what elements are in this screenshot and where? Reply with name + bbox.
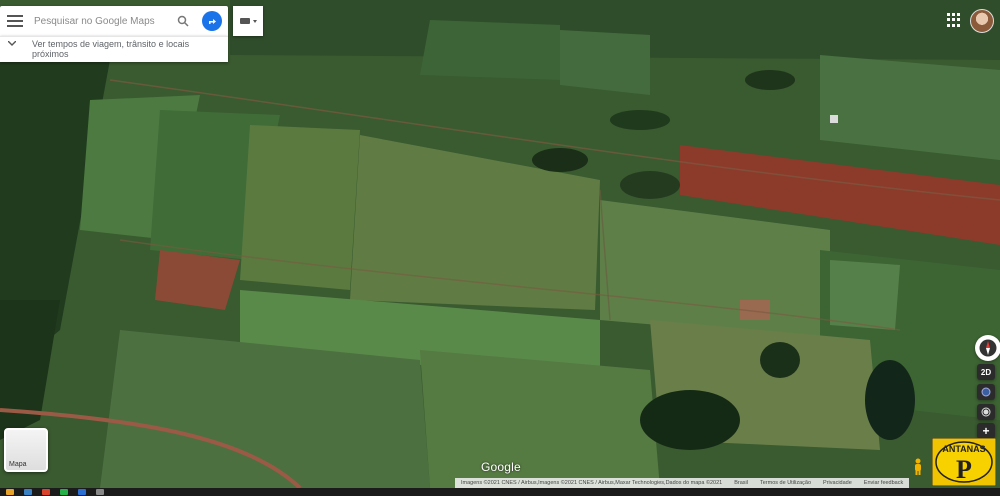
- whatsapp-icon[interactable]: [60, 489, 68, 495]
- chrome-icon[interactable]: [42, 489, 50, 495]
- travel-times-panel[interactable]: Ver tempos de viagem, trânsito e locais …: [0, 36, 228, 62]
- satellite-map[interactable]: [0, 0, 1000, 488]
- channel-watermark-logo: ANTANAS P: [931, 437, 997, 487]
- my-location-icon[interactable]: [977, 404, 995, 420]
- keyboard-icon[interactable]: [233, 6, 263, 36]
- view-2d-button[interactable]: 2D: [977, 364, 995, 380]
- satellite-imagery: [0, 0, 1000, 488]
- chevron-down-icon[interactable]: [2, 41, 22, 46]
- map-layer-label: Mapa: [9, 461, 27, 468]
- terms-link[interactable]: Termos de Utilização: [754, 480, 817, 486]
- directions-icon[interactable]: [202, 11, 222, 31]
- search-input[interactable]: [32, 14, 174, 28]
- zoom-in-button[interactable]: +: [977, 423, 995, 439]
- app-icon[interactable]: [96, 489, 104, 495]
- svg-text:P: P: [956, 455, 972, 484]
- windows-taskbar: [0, 488, 1000, 496]
- map-layer-toggle[interactable]: Mapa: [4, 428, 48, 472]
- privacy-link[interactable]: Privacidade: [817, 480, 858, 486]
- compass-icon[interactable]: [975, 335, 1000, 361]
- globe-icon[interactable]: [977, 384, 995, 400]
- feedback-link[interactable]: Enviar feedback: [858, 480, 909, 486]
- google-wordmark: Google: [481, 460, 521, 474]
- hamburger-menu-icon[interactable]: [4, 15, 26, 27]
- map-footer: Imagens ©2021 CNES / Airbus,Imagens ©202…: [455, 478, 910, 488]
- edge-icon[interactable]: [24, 489, 32, 495]
- travel-times-text: Ver tempos de viagem, trânsito e locais …: [32, 39, 190, 59]
- word-icon[interactable]: [78, 489, 86, 495]
- imagery-attribution: Imagens ©2021 CNES / Airbus,Imagens ©202…: [461, 480, 723, 486]
- country-link[interactable]: Brasil: [728, 480, 754, 486]
- apps-grid-icon[interactable]: [947, 13, 961, 27]
- explorer-icon[interactable]: [6, 489, 14, 495]
- pegman-icon[interactable]: [912, 458, 924, 476]
- search-box: [0, 6, 228, 36]
- user-avatar[interactable]: [970, 9, 994, 33]
- search-icon[interactable]: [174, 12, 192, 30]
- svg-text:ANTANAS: ANTANAS: [942, 444, 985, 454]
